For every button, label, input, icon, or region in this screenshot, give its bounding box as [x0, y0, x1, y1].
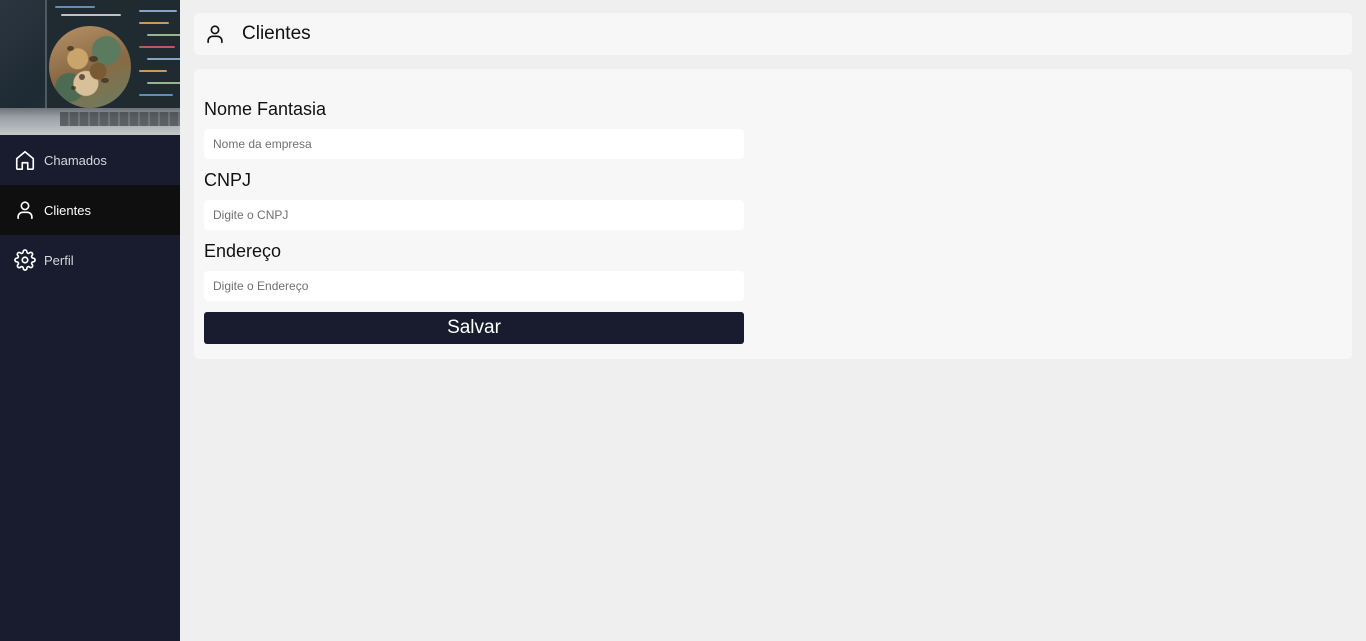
save-button[interactable]: Salvar — [204, 312, 744, 344]
sidebar-item-label: Clientes — [44, 202, 91, 218]
sidebar-item-label: Perfil — [44, 252, 74, 268]
cnpj-label: CNPJ — [204, 170, 252, 190]
avatar-texture — [71, 86, 76, 90]
user-icon — [14, 199, 36, 221]
page-title: Clientes — [242, 23, 311, 44]
main-content: Clientes Nome Fantasia CNPJ Endereço Sal… — [194, 13, 1352, 359]
gear-icon — [14, 249, 36, 271]
code-line-decoration — [139, 70, 167, 72]
avatar[interactable] — [49, 26, 131, 108]
nome-fantasia-label: Nome Fantasia — [204, 99, 327, 119]
sidebar-item-perfil[interactable]: Perfil — [0, 235, 180, 285]
nome-fantasia-input[interactable] — [204, 129, 744, 159]
sidebar-item-clientes[interactable]: Clientes — [0, 185, 180, 235]
code-line-decoration — [61, 14, 121, 16]
endereco-input[interactable] — [204, 271, 744, 301]
sidebar: Chamados Clientes Perfil — [0, 0, 180, 641]
cnpj-input[interactable] — [204, 200, 744, 230]
code-line-decoration — [139, 46, 175, 48]
sidebar-banner-image — [0, 0, 180, 135]
code-line-decoration — [139, 22, 169, 24]
laptop-keys-image — [60, 112, 180, 126]
avatar-texture — [79, 74, 85, 80]
code-line-decoration — [147, 58, 180, 60]
page-header: Clientes — [194, 13, 1352, 55]
avatar-texture — [89, 56, 98, 62]
app-root: Chamados Clientes Perfil Clientes Nome F… — [0, 0, 1366, 641]
code-line-decoration — [147, 34, 180, 36]
user-icon — [204, 23, 226, 45]
sidebar-item-label: Chamados — [44, 152, 107, 168]
sidebar-item-chamados[interactable]: Chamados — [0, 135, 180, 185]
code-line-decoration — [139, 94, 173, 96]
endereco-label: Endereço — [204, 241, 282, 261]
avatar-texture — [67, 46, 74, 51]
client-form: Nome Fantasia CNPJ Endereço Salvar — [194, 69, 1352, 359]
home-icon — [14, 149, 36, 171]
avatar-texture — [101, 78, 109, 83]
code-line-decoration — [139, 10, 177, 12]
code-line-decoration — [55, 6, 95, 8]
sidebar-nav: Chamados Clientes Perfil — [0, 135, 180, 285]
code-line-decoration — [147, 82, 180, 84]
